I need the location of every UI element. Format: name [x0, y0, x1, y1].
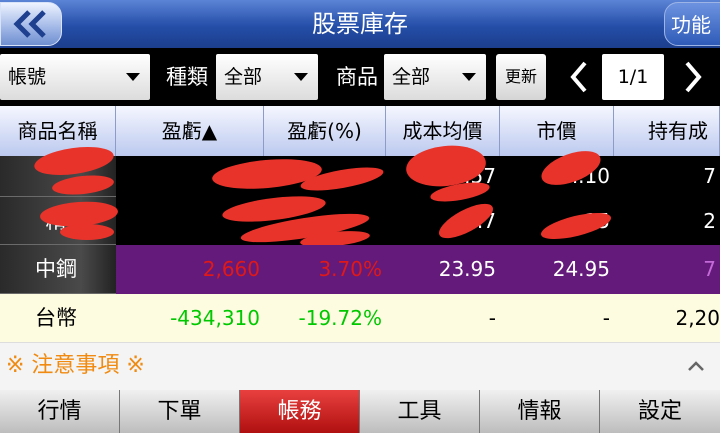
chevron-up-icon[interactable] [686, 356, 706, 376]
page-indicator: 1/1 [602, 54, 664, 100]
product-value: 全部 [392, 66, 431, 88]
row-pl: 2,660 [202, 257, 260, 281]
back-button[interactable] [0, 2, 62, 46]
function-button[interactable]: 功能 [664, 2, 720, 46]
type-label: 種類 [166, 65, 208, 89]
row-name: 台幣 [0, 294, 116, 342]
page-title: 股票庫存 [312, 10, 408, 38]
row-price: 24.95 [552, 257, 610, 281]
dropdown-arrow-icon [126, 73, 140, 81]
type-dropdown[interactable]: 全部 [216, 54, 318, 100]
tab-tools[interactable]: 工具 [360, 390, 480, 433]
dropdown-arrow-icon [294, 73, 308, 81]
row-price: - [602, 306, 610, 330]
row-pl-pct: 3.70% [318, 257, 382, 281]
row-pl-pct: -19.72% [298, 306, 382, 330]
account-value: 帳號 [8, 66, 47, 88]
type-value: 全部 [224, 66, 263, 88]
chevron-right-icon [685, 61, 702, 93]
row-name: 中鋼 [0, 245, 116, 294]
row-cost: 23.95 [438, 257, 496, 281]
refresh-button[interactable]: 更新 [496, 54, 546, 100]
double-chevron-left-icon [13, 10, 46, 38]
notice-title: ※ 注意事項 ※ [6, 353, 145, 378]
row-hold: 2,20 [675, 306, 720, 330]
redaction-marks [0, 140, 720, 250]
tab-account[interactable]: 帳務 [240, 390, 360, 433]
product-label: 商品 [336, 65, 378, 89]
account-dropdown[interactable]: 帳號 [0, 54, 150, 100]
tab-info[interactable]: 情報 [480, 390, 600, 433]
prev-page-button[interactable] [564, 56, 594, 98]
tab-order[interactable]: 下單 [120, 390, 240, 433]
tab-quotes[interactable]: 行情 [0, 390, 120, 433]
row-pl: -434,310 [170, 306, 260, 330]
row-hold: 7 [703, 257, 716, 281]
dropdown-arrow-icon [462, 73, 476, 81]
chevron-left-icon [570, 61, 587, 93]
row-cost: - [488, 306, 496, 330]
product-dropdown[interactable]: 全部 [384, 54, 486, 100]
next-page-button[interactable] [678, 56, 708, 98]
tab-settings[interactable]: 設定 [600, 390, 720, 433]
